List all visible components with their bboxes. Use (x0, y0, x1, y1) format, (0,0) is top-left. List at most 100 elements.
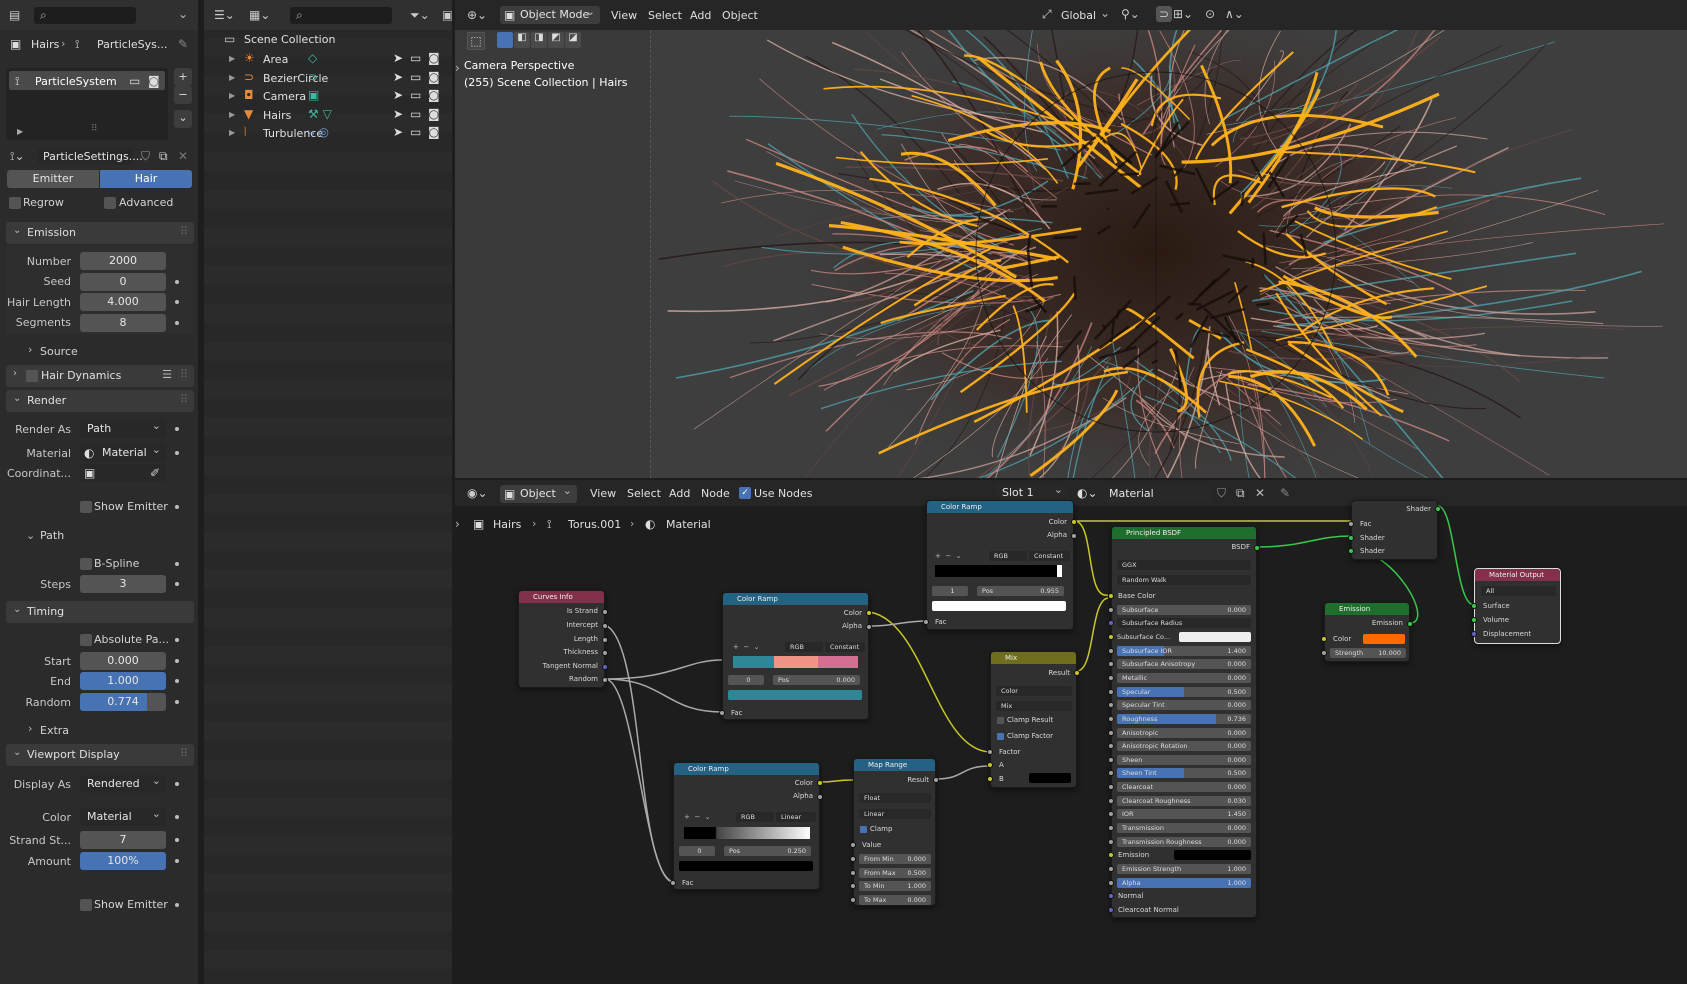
socket-in[interactable] (850, 842, 856, 848)
camera-icon[interactable]: ◙ (428, 108, 440, 120)
bsdf-field[interactable]: Anisotropic Rotation 0.000 (1117, 741, 1251, 752)
expand-arrow-icon[interactable]: ▶ (229, 90, 235, 102)
keyframe-dot[interactable] (175, 280, 179, 284)
duplicate-icon[interactable]: ⧉ (159, 150, 168, 162)
menu-select[interactable]: Select (648, 9, 682, 22)
tab-hair[interactable]: Hair (100, 170, 192, 188)
ramp-color-swatch[interactable] (728, 690, 862, 700)
socket-in[interactable] (1108, 811, 1114, 818)
socket-in[interactable] (1108, 866, 1114, 872)
filter-icon[interactable]: ⏷⌄ (410, 9, 430, 21)
strand-steps-field[interactable]: 7 (80, 831, 166, 849)
map-range-field[interactable]: From Min 0.000 (859, 854, 931, 864)
material-name-field[interactable]: Material (1103, 484, 1211, 502)
socket-in[interactable] (1471, 603, 1477, 609)
socket-in[interactable] (1108, 715, 1114, 722)
menu-add[interactable]: Add (690, 9, 711, 22)
render-as-dropdown[interactable]: Path (80, 417, 166, 438)
bsdf-field[interactable]: Subsurface Anisotropy 0.000 (1117, 659, 1251, 670)
keyframe-dot[interactable] (175, 903, 179, 907)
chevron-down-icon[interactable]: ⌄ (26, 529, 35, 542)
chevron-right-icon[interactable]: › (28, 722, 32, 735)
socket-out[interactable] (1435, 506, 1441, 512)
snap-target-icon[interactable]: ⊞⌄ (1173, 8, 1193, 20)
expand-arrow-icon[interactable]: ▶ (229, 127, 235, 139)
socket-in[interactable] (1108, 606, 1114, 613)
keyframe-dot[interactable] (175, 427, 179, 431)
outliner-root[interactable]: ▭ Scene Collection (204, 30, 452, 49)
amount-field[interactable]: 100% (80, 852, 166, 870)
node-mix[interactable]: Mix Result Color Mix Clamp Result Clamp … (987, 651, 1080, 788)
selectable-icon[interactable]: ➤ (393, 89, 403, 101)
play-icon[interactable]: ▶ (17, 126, 23, 138)
expand-arrow-icon[interactable]: ▶ (229, 109, 235, 121)
node-mode-dropdown[interactable]: ▣ Object (500, 482, 577, 503)
keyframe-dot[interactable] (175, 451, 179, 455)
socket-in[interactable] (1321, 636, 1327, 642)
socket-in[interactable] (719, 710, 725, 716)
tab-emitter[interactable]: Emitter (7, 170, 99, 188)
render-section[interactable]: ⌄ Render ⠿ (6, 390, 194, 412)
node-color-ramp-3[interactable]: Color Ramp Color Alpha + − ⌄ RGB Linear … (670, 762, 823, 890)
hair-length-field[interactable]: 4.000 (80, 293, 166, 311)
ramp-interp[interactable]: Constant (1029, 551, 1070, 561)
selectable-icon[interactable]: ➤ (393, 108, 403, 120)
socket-in[interactable] (1108, 906, 1114, 913)
steps-field[interactable]: 3 (80, 575, 166, 593)
keyframe-dot[interactable] (175, 659, 179, 663)
socket-out[interactable] (602, 623, 608, 629)
pin-icon[interactable]: ✎ (178, 38, 188, 50)
emission-color-swatch[interactable] (1363, 634, 1405, 644)
editor-type-icon[interactable]: ◉⌄ (467, 487, 488, 499)
eyedropper-icon[interactable]: ✐ (150, 467, 160, 479)
selectable-icon[interactable]: ➤ (393, 52, 403, 64)
socket-in[interactable] (1108, 770, 1114, 777)
socket-in[interactable] (1348, 548, 1354, 554)
socket-out[interactable] (602, 609, 608, 615)
color-dropdown[interactable]: Material (80, 805, 166, 826)
select-invert-icon[interactable]: ◩ (548, 32, 564, 48)
bsdf-field[interactable]: Clearcoat Roughness 0.030 (1117, 795, 1251, 806)
transform-orientation-icon[interactable]: ⤢ (1042, 8, 1052, 20)
show-emitter-checkbox-2[interactable] (80, 899, 92, 911)
keyframe-dot[interactable] (175, 582, 179, 586)
socket-out[interactable] (1254, 545, 1260, 551)
socket-in[interactable] (1108, 593, 1114, 599)
mix-blend[interactable]: Mix (996, 701, 1072, 711)
particle-system-list[interactable]: ⟟ ParticleSystem ▭ ◙ ▶ ⠿ (6, 68, 168, 140)
socket-in[interactable] (1108, 797, 1114, 804)
bsdf-field[interactable]: Transmission Roughness 0.000 (1117, 836, 1251, 847)
mode-dropdown[interactable]: ▣ Object Mode (500, 3, 600, 24)
close-icon[interactable]: ✕ (1255, 487, 1265, 499)
socket-in[interactable] (1321, 650, 1327, 656)
camera-icon[interactable]: ◙ (148, 75, 160, 87)
camera-icon[interactable]: ◙ (428, 71, 440, 83)
outliner-search[interactable]: ⌕ (290, 7, 392, 24)
socket-out[interactable] (933, 777, 939, 783)
ramp-mode[interactable]: RGB (736, 812, 774, 822)
clamp-result-checkbox[interactable] (997, 717, 1004, 724)
socket-in[interactable] (1108, 688, 1114, 695)
select-intersect-icon[interactable]: ◪ (565, 32, 581, 48)
keyframe-dot[interactable] (175, 859, 179, 863)
viewport-display-section[interactable]: ⌄ Viewport Display ⠿ (6, 744, 194, 766)
socket-out[interactable] (866, 610, 872, 616)
socket-in[interactable] (1108, 729, 1114, 736)
chevron-down-icon[interactable]: ⌄ (1100, 7, 1110, 19)
select-extend-icon[interactable]: ◧ (514, 32, 530, 48)
bsdf-field[interactable]: Metallic 0.000 (1117, 672, 1251, 683)
clamp-checkbox[interactable] (860, 826, 867, 833)
socket-in[interactable] (1108, 838, 1114, 845)
end-field[interactable]: 1.000 (80, 672, 166, 690)
node-material-output[interactable]: Material Output All Surface Volume Displ… (1471, 568, 1561, 644)
socket-in[interactable] (1108, 879, 1114, 886)
camera-icon[interactable]: ◙ (428, 52, 440, 64)
mix-type[interactable]: Color (996, 686, 1072, 696)
subsurface-method-dropdown[interactable]: Random Walk (1117, 575, 1251, 585)
bsdf-field[interactable]: Clearcoat 0.000 (1117, 782, 1251, 793)
bsdf-field[interactable]: Sheen Tint 0.500 (1117, 768, 1251, 779)
source-subsection[interactable]: Source (40, 345, 78, 358)
advanced-checkbox[interactable] (104, 197, 116, 209)
segments-field[interactable]: 8 (80, 314, 166, 332)
socket-in[interactable] (1108, 784, 1114, 791)
